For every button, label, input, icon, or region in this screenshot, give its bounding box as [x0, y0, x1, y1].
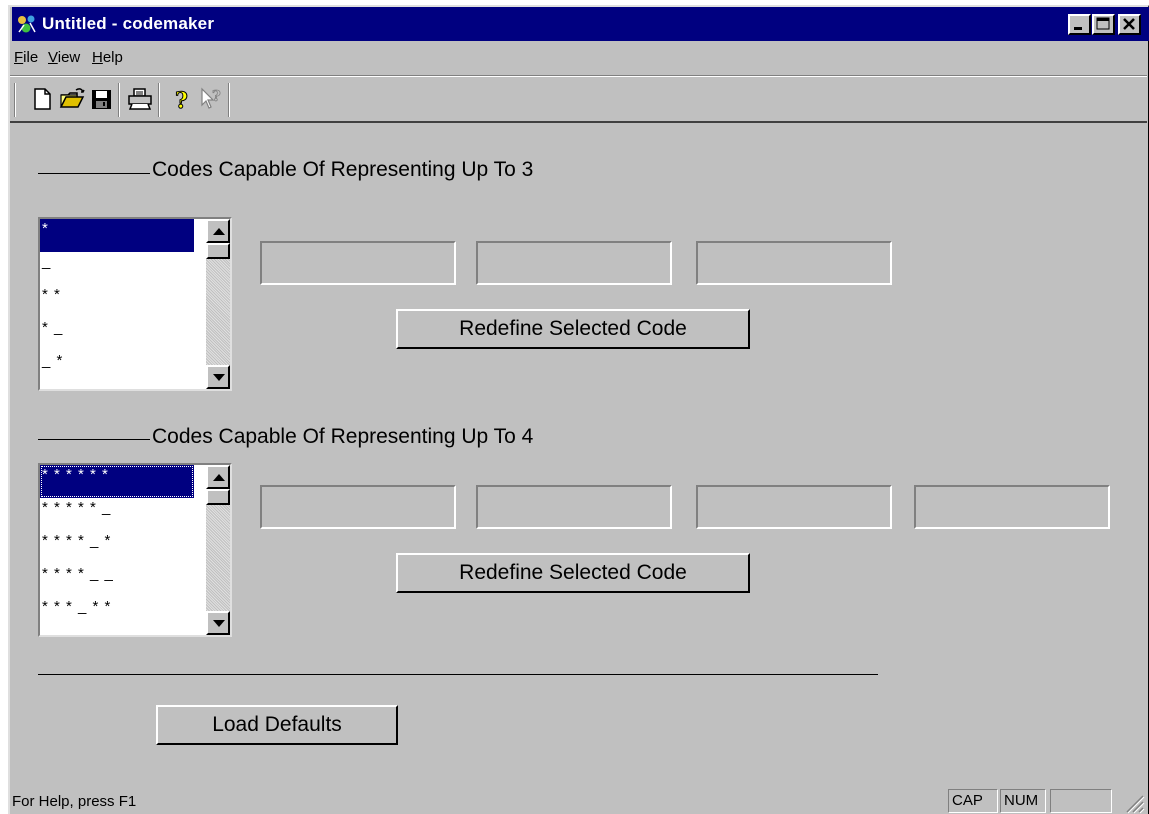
redefine-code-button-4[interactable]: Redefine Selected Code	[396, 553, 750, 593]
window-title: Untitled - codemaker	[42, 14, 215, 33]
about-help-icon[interactable]: ?	[168, 85, 196, 114]
arrow-up-icon	[213, 228, 225, 235]
close-icon	[1123, 18, 1135, 30]
menu-view-label: iew	[57, 49, 81, 66]
menu-file[interactable]: File	[14, 49, 38, 66]
bottom-divider	[38, 674, 878, 675]
list-item[interactable]: * * * * _ *	[40, 531, 194, 564]
new-file-icon[interactable]	[28, 85, 56, 113]
num-lock-indicator: NUM	[1000, 789, 1046, 813]
list-item[interactable]: * * * * * *	[40, 465, 194, 498]
client-area: Codes Capable Of Representing Up To 3 * _…	[10, 121, 1147, 769]
group4-field-3[interactable]	[696, 485, 892, 529]
context-help-icon[interactable]: ?	[198, 85, 226, 113]
save-disk-icon[interactable]	[88, 85, 116, 113]
group3-label: Codes Capable Of Representing Up To 3	[152, 158, 534, 181]
list-item[interactable]: * _	[40, 318, 194, 351]
toolbar-separator	[158, 83, 160, 117]
group4-scrollbar[interactable]	[206, 465, 230, 635]
list-item[interactable]: _	[40, 252, 194, 285]
toolbar-grip	[14, 83, 16, 117]
open-folder-icon[interactable]	[58, 85, 86, 113]
maximize-button[interactable]	[1092, 14, 1115, 35]
minimize-button[interactable]	[1068, 14, 1091, 35]
resize-grip-icon[interactable]	[1123, 792, 1145, 814]
toolbar-top-divider	[10, 75, 1147, 77]
minimize-icon	[1074, 27, 1082, 30]
scroll-thumb[interactable]	[206, 489, 230, 505]
menu-help-hotkey: H	[92, 49, 103, 66]
group3-field-3[interactable]	[696, 241, 892, 285]
group3-field-1[interactable]	[260, 241, 456, 285]
group4-label: Codes Capable Of Representing Up To 4	[152, 425, 534, 448]
arrow-up-icon	[213, 474, 225, 481]
print-icon[interactable]	[126, 85, 154, 113]
status-text: For Help, press F1	[12, 793, 137, 810]
list-item[interactable]: * * * * * _	[40, 498, 194, 531]
app-icon	[18, 15, 36, 33]
group4-field-2[interactable]	[476, 485, 672, 529]
toolbar-separator	[228, 83, 230, 117]
svg-text:?: ?	[212, 87, 221, 105]
menu-file-label: ile	[23, 49, 39, 66]
group3-field-2[interactable]	[476, 241, 672, 285]
load-defaults-button[interactable]: Load Defaults	[156, 705, 398, 745]
close-button[interactable]	[1118, 14, 1141, 35]
status-bar: For Help, press F1 CAP NUM	[10, 782, 1147, 814]
menu-help-label: elp	[102, 49, 123, 66]
list-item[interactable]: * * * * _ _	[40, 564, 194, 597]
scroll-up-button[interactable]	[206, 465, 230, 489]
group3-rule	[38, 173, 150, 174]
arrow-down-icon	[213, 620, 225, 627]
group4-field-1[interactable]	[260, 485, 456, 529]
list-item[interactable]: _ *	[40, 351, 194, 384]
app-window: Untitled - codemaker File View Help ? ? …	[8, 5, 1149, 814]
scroll-thumb[interactable]	[206, 243, 230, 259]
list-item[interactable]: *	[40, 219, 194, 252]
group3-scrollbar[interactable]	[206, 219, 230, 389]
title-bar[interactable]: Untitled - codemaker	[12, 7, 1149, 41]
menu-view[interactable]: View	[48, 49, 80, 66]
redefine-code-button-3[interactable]: Redefine Selected Code	[396, 309, 750, 349]
list-item[interactable]: * * * _ * *	[40, 597, 194, 630]
menu-file-hotkey: F	[14, 49, 24, 66]
group4-rule	[38, 439, 150, 440]
list-item[interactable]: * *	[40, 285, 194, 318]
menu-view-hotkey: V	[48, 49, 58, 66]
group4-code-list[interactable]: * * * * * * * * * * * _ * * * * _ * * * * *…	[38, 463, 232, 637]
menu-help[interactable]: Help	[92, 49, 123, 66]
arrow-down-icon	[213, 374, 225, 381]
group3-code-list[interactable]: * _ * * * _ _ *	[38, 217, 232, 391]
scroll-down-button[interactable]	[206, 611, 230, 635]
group4-field-4[interactable]	[914, 485, 1110, 529]
scroll-down-button[interactable]	[206, 365, 230, 389]
caps-lock-indicator: CAP	[948, 789, 998, 813]
svg-text:?: ?	[175, 88, 188, 113]
scroll-up-button[interactable]	[206, 219, 230, 243]
maximize-icon	[1096, 17, 1110, 30]
scroll-lock-indicator	[1050, 789, 1112, 813]
toolbar-separator	[118, 83, 120, 117]
